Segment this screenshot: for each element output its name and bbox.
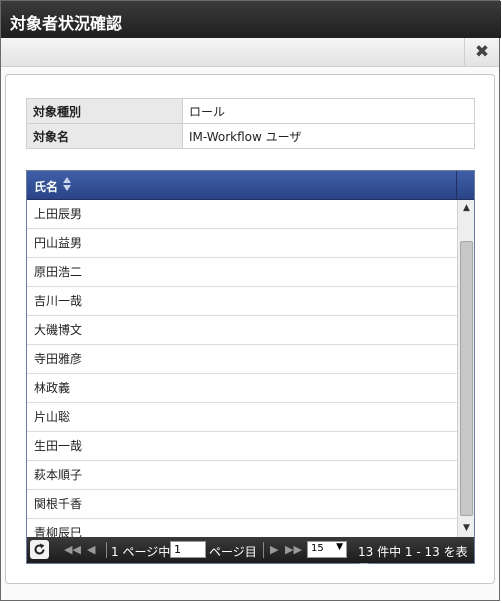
table-row[interactable]: 円山益男 — [27, 229, 457, 258]
dialog-titlebar: 対象者状況確認 — [1, 1, 501, 38]
info-value: IM-Workflow ユーザ — [182, 123, 475, 149]
scroll-up-icon[interactable]: ▲ — [458, 200, 474, 217]
scroll-down-icon[interactable]: ▼ — [458, 520, 474, 537]
user-grid: 氏名 上田辰男 円山益男 原田浩二 吉川一哉 大磯博文 寺田雅彦 林政義 片山聡… — [26, 170, 475, 576]
table-row[interactable]: 片山聡 — [27, 403, 457, 432]
pager-bar: ◀◀ ◀ 1 ページ中 ページ目 ▶ ▶▶ 15 ▼ 13 件中 1 - 13 … — [27, 537, 474, 576]
page-prefix-label: 1 ページ中 — [111, 545, 171, 559]
header-divider — [456, 171, 457, 199]
page-suffix-label: ページ目 — [209, 545, 257, 559]
table-row[interactable]: 萩本順子 — [27, 461, 457, 490]
first-page-icon[interactable]: ◀◀ — [64, 543, 81, 556]
table-row[interactable]: 上田辰男 — [27, 200, 457, 229]
record-summary: 13 件中 1 - 13 を表示 — [358, 545, 468, 576]
dialog-toolbar: ✖ — [1, 38, 499, 67]
table-row[interactable]: 吉川一哉 — [27, 287, 457, 316]
page-size-value: 15 — [311, 543, 324, 554]
pager-divider — [106, 542, 107, 558]
sort-icon[interactable] — [63, 176, 71, 192]
close-x-icon: ✖ — [474, 42, 490, 62]
table-row[interactable]: 原田浩二 — [27, 258, 457, 287]
content-panel: 対象種別 ロール 対象名 IM-Workflow ユーザ 氏名 上田辰男 円山益… — [5, 74, 495, 584]
prev-page-icon[interactable]: ◀ — [87, 543, 95, 556]
scrollbar-thumb[interactable] — [460, 241, 473, 516]
table-row[interactable]: 林政義 — [27, 374, 457, 403]
target-info-table: 対象種別 ロール 対象名 IM-Workflow ユーザ — [26, 98, 475, 149]
info-value: ロール — [182, 98, 475, 124]
page-size-select[interactable]: 15 ▼ — [307, 541, 347, 558]
vertical-scrollbar[interactable]: ▲ ▼ — [457, 200, 474, 537]
table-row[interactable]: 青柳辰巳 — [27, 519, 457, 537]
table-row[interactable]: 生田一哉 — [27, 432, 457, 461]
table-row[interactable]: 寺田雅彦 — [27, 345, 457, 374]
refresh-button[interactable] — [30, 540, 49, 559]
table-row[interactable]: 関根千香 — [27, 490, 457, 519]
close-button[interactable]: ✖ — [464, 38, 499, 66]
pager-divider — [263, 542, 264, 558]
refresh-icon — [34, 543, 45, 555]
chevron-down-icon: ▼ — [336, 542, 343, 552]
dialog-title: 対象者状況確認 — [10, 14, 123, 33]
info-label: 対象名 — [26, 123, 183, 149]
grid-body: 上田辰男 円山益男 原田浩二 吉川一哉 大磯博文 寺田雅彦 林政義 片山聡 生田… — [27, 200, 474, 537]
dialog-window: 対象者状況確認 ✖ 対象種別 ロール 対象名 IM-Workflow ユーザ 氏… — [0, 0, 501, 601]
next-page-icon[interactable]: ▶ — [270, 543, 278, 556]
info-row-name: 対象名 IM-Workflow ユーザ — [26, 123, 475, 149]
page-number-input[interactable] — [170, 541, 206, 558]
grid-header: 氏名 — [27, 171, 474, 200]
last-page-icon[interactable]: ▶▶ — [285, 543, 302, 556]
info-row-type: 対象種別 ロール — [26, 98, 475, 124]
column-header-name[interactable]: 氏名 — [34, 178, 58, 195]
table-row[interactable]: 大磯博文 — [27, 316, 457, 345]
info-label: 対象種別 — [26, 98, 183, 124]
